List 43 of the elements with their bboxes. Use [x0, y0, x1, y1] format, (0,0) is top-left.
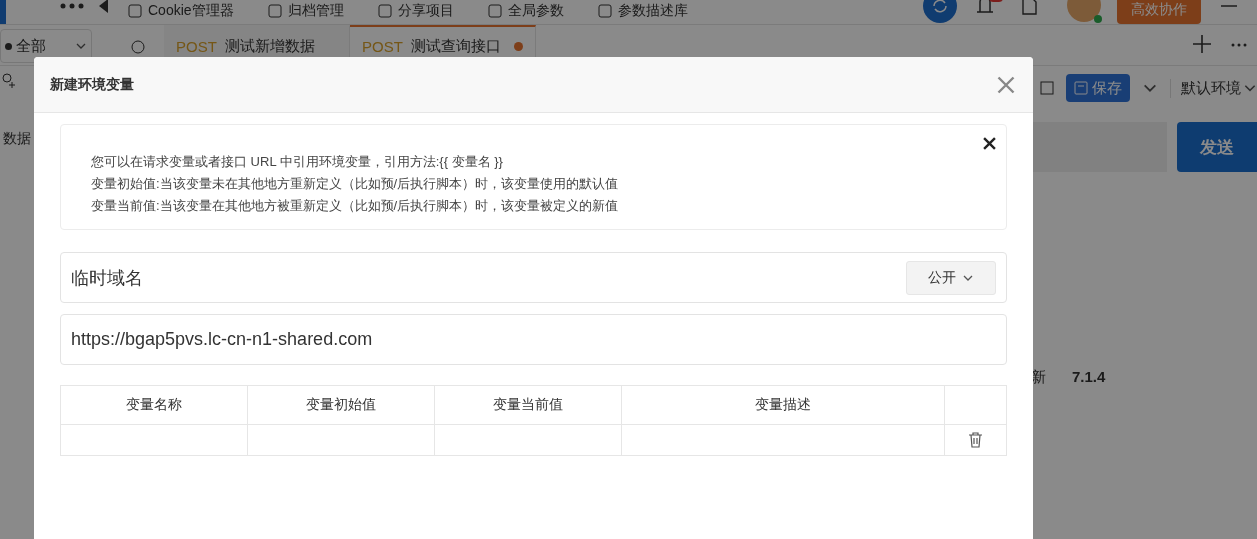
info-text: 变量初始值:当该变量未在其他地方重新定义（比如预/后执行脚本）时，该变量使用的默认值 [91, 175, 619, 193]
more-icon[interactable] [60, 3, 84, 9]
column-header: 变量初始值 [248, 386, 435, 425]
column-header: 变量名称 [61, 386, 248, 425]
environment-select[interactable]: 默认环境 [1170, 78, 1257, 98]
tool-icon [597, 4, 612, 18]
copy-icon[interactable] [1040, 81, 1054, 95]
filter-icon[interactable] [130, 39, 146, 55]
toolbar-button[interactable]: 参数描述库 [597, 2, 688, 20]
info-text: 您可以在请求变量或者接口 URL 中引用环境变量，引用方法:{{ 变量名 }} [91, 153, 504, 171]
version-value: 7.1.4 [1072, 368, 1106, 387]
dismiss-button[interactable] [983, 137, 996, 151]
send-button[interactable]: 发送 [1177, 122, 1257, 172]
more-icon[interactable] [1231, 43, 1247, 47]
user-add-icon[interactable] [0, 72, 15, 90]
close-icon [997, 75, 1015, 94]
sidebar-item[interactable]: 数据 [3, 130, 31, 148]
add-icon[interactable] [1193, 35, 1211, 53]
save-icon [1074, 81, 1088, 95]
name-field[interactable]: 临时域名 公开 [60, 252, 1007, 303]
minimize-icon[interactable] [1221, 4, 1237, 8]
info-text: 变量当前值:当该变量在其他地方被重新定义（比如预/后执行脚本）时，该变量被定义的新值 [91, 197, 619, 215]
tool-icon [377, 4, 392, 18]
name-input[interactable]: 临时域名 [71, 267, 906, 288]
close-icon [983, 137, 996, 150]
tool-icon [267, 4, 282, 18]
tool-icon [487, 4, 502, 18]
visibility-select[interactable]: 公开 [906, 260, 996, 295]
toolbar-button[interactable]: 分享项目 [377, 2, 454, 20]
url-field[interactable]: https://bgap5pvs.lc-cn-n1-shared.com [60, 314, 1007, 365]
column-header: 变量当前值 [435, 386, 622, 425]
document-icon[interactable] [1021, 0, 1037, 15]
trash-icon[interactable] [968, 432, 983, 448]
dialog-title: 新建环境变量 [50, 75, 134, 94]
toolbar-button[interactable]: 归档管理 [267, 2, 344, 20]
close-button[interactable] [997, 75, 1015, 94]
toolbar-button[interactable]: Cookie管理器 [128, 2, 234, 20]
tool-icon [128, 4, 142, 18]
save-button[interactable]: 保存 [1066, 74, 1130, 102]
toolbar-button[interactable]: 全局参数 [487, 2, 564, 20]
column-header: 变量描述 [622, 386, 945, 425]
dot-icon [5, 42, 12, 50]
unsaved-dot [514, 41, 523, 51]
